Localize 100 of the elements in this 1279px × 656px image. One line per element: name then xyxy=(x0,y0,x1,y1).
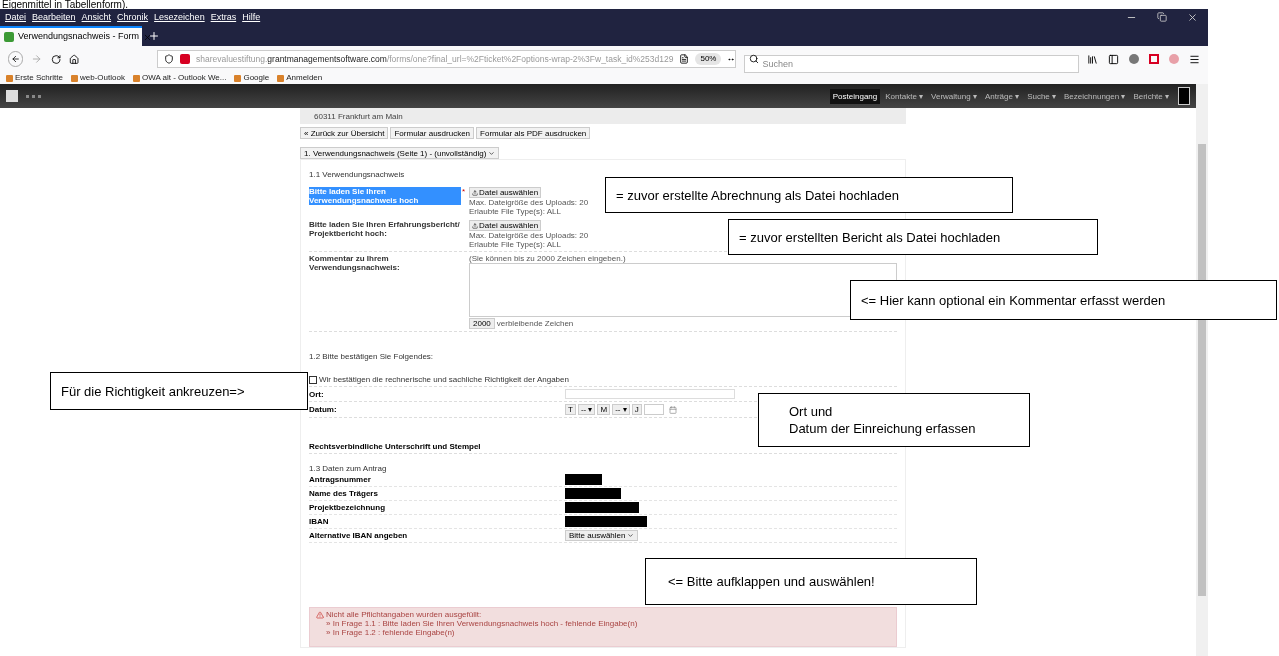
home-icon[interactable] xyxy=(68,53,79,65)
bookmark-item[interactable]: Erste Schritte xyxy=(15,72,63,84)
nav-item[interactable]: Posteingang xyxy=(829,88,881,104)
address-text: 60311 Frankfurt am Main xyxy=(314,111,403,121)
alert-item[interactable]: » In Frage 1.1 : Bitte laden Sie Ihren Verwendungsnachweis hoch - fehlende Eingabe(n) xyxy=(326,619,638,628)
field-label: IBAN xyxy=(309,517,330,526)
annotation-text: <= Hier kann optional ein Kommentar erfasst werden xyxy=(860,291,1167,309)
nav-item[interactable]: Bezeichnungen ▾ xyxy=(1061,88,1129,104)
annotation-text: = zuvor erstellte Abrechnung als Datei hochladen xyxy=(615,186,900,204)
redaction-block xyxy=(565,488,621,499)
annotation-text: = zuvor erstellten Bericht als Datei hochladen xyxy=(738,228,1002,246)
tab-favicon-icon xyxy=(4,32,14,42)
date-part[interactable]: J xyxy=(631,404,642,415)
file-button[interactable]: Datei auswählen xyxy=(469,220,542,231)
menu-item[interactable]: Lesezeichen xyxy=(151,10,208,25)
zoom-level[interactable]: 50% xyxy=(695,53,722,65)
close-icon[interactable] xyxy=(1187,12,1198,23)
bookmark-item[interactable]: Anmelden xyxy=(286,72,323,84)
menu-icon[interactable] xyxy=(1189,53,1200,65)
logo-icon xyxy=(6,90,18,102)
iban-select[interactable]: Bitte auswählen xyxy=(565,530,639,541)
menu-item[interactable]: Chronik xyxy=(114,10,152,25)
menu-item[interactable]: Ansicht xyxy=(78,10,115,25)
field-label: Antragsnummer xyxy=(309,475,372,484)
reader-icon[interactable] xyxy=(679,54,690,64)
checkbox-label: Wir bestätigen die rechnerische und sachliche Richtigkeit der Angaben xyxy=(319,375,569,384)
close-tab-icon[interactable] xyxy=(143,32,153,42)
field-label: Projektbezeichnung xyxy=(309,503,386,512)
date-part[interactable]: T xyxy=(565,404,576,415)
field-label: Datum: xyxy=(309,405,338,414)
restore-icon[interactable] xyxy=(1157,12,1167,22)
bookmark-favicon-icon xyxy=(234,74,242,82)
annotation-text: Datum der Einreichung erfassen xyxy=(788,420,977,437)
search-icon xyxy=(748,54,759,64)
section-title: 1.1 Verwendungsnachweis xyxy=(309,170,406,179)
redaction-block xyxy=(565,474,602,485)
warning-icon xyxy=(316,610,324,619)
year-input[interactable] xyxy=(643,404,664,415)
caret-icon xyxy=(488,149,496,157)
annotation-text: Ort und xyxy=(788,403,834,420)
nav-item[interactable]: Suche ▾ xyxy=(1024,88,1060,104)
required-mark: * xyxy=(461,187,465,196)
place-input[interactable] xyxy=(565,389,735,399)
action-button[interactable]: Formular ausdrucken xyxy=(390,127,475,139)
sidebar-icon[interactable] xyxy=(1108,53,1119,65)
address-bar[interactable]: sharevaluestiftung.grantmanagementsoftware.com/forms/one?final_url=%2Fticket%2Foptions-wrap-2%3Fw_task_id%253d129 50% xyxy=(157,50,736,68)
action-button[interactable]: « Zurück zur Übersicht xyxy=(300,127,389,139)
bookmark-item[interactable]: Google xyxy=(243,72,270,84)
caption-text: Eigenmittel in Tabellenform). xyxy=(2,0,128,9)
nav-item[interactable]: Berichte ▾ xyxy=(1130,88,1172,104)
calendar-icon[interactable] xyxy=(668,405,677,414)
page-select[interactable]: 1. Verwendungsnachweis (Seite 1) - (unvollständig) xyxy=(300,147,500,159)
upload-hint: Erlaubte File Type(s): ALL xyxy=(469,207,562,216)
shield-icon xyxy=(164,54,174,64)
field-label: Alternative IBAN angeben xyxy=(309,531,409,540)
bookmark-favicon-icon xyxy=(277,74,285,82)
menu-item[interactable]: Datei xyxy=(2,10,29,25)
field-label: Ort: xyxy=(309,389,325,399)
dots-icon xyxy=(26,94,41,98)
nav-item[interactable]: Anträge ▾ xyxy=(981,88,1023,104)
confirm-checkbox[interactable] xyxy=(309,375,317,384)
date-part[interactable]: M xyxy=(597,404,611,415)
profile-icon[interactable] xyxy=(1178,87,1190,105)
upload-hint: Max. Dateigröße des Uploads: 20 xyxy=(469,231,589,240)
menu-item[interactable]: Hilfe xyxy=(239,10,264,25)
bookmark-favicon-icon xyxy=(71,74,78,82)
field-label: Rechtsverbindliche Unterschrift und Stempel xyxy=(309,442,482,451)
bookmark-item[interactable]: OWA alt - Outlook We... xyxy=(141,72,227,84)
account-icon[interactable] xyxy=(1129,53,1139,64)
search-field[interactable]: Suchen xyxy=(743,55,1079,73)
upload-hint: Max. Dateigröße des Uploads: 20 xyxy=(469,198,589,207)
bookmark-favicon-icon xyxy=(6,74,13,82)
alert-title: Nicht alle Pflichtangaben wurden ausgefüllt: xyxy=(326,610,482,619)
date-part[interactable]: -- ▾ xyxy=(577,404,596,415)
counter-label: verbleibende Zeichen xyxy=(496,319,574,328)
date-part[interactable]: -- ▾ xyxy=(612,404,630,415)
reload-icon[interactable] xyxy=(50,53,61,65)
field-label: Bitte laden Sie Ihren Erfahrungsbericht/ Projektbericht hoch: xyxy=(309,220,461,238)
comment-hint: (Sie können bis zu 2000 Zeichen eingeben.) xyxy=(469,254,626,263)
scrollbar[interactable] xyxy=(1196,84,1208,656)
nav-item[interactable]: Verwaltung ▾ xyxy=(928,88,980,104)
bookmark-item[interactable]: web-Outlook xyxy=(80,72,125,84)
action-button[interactable]: Formular als PDF ausdrucken xyxy=(476,127,591,139)
menu-item[interactable]: Bearbeiten xyxy=(29,10,79,25)
new-tab-icon[interactable] xyxy=(148,30,160,42)
annotation-text: <= Bitte aufklappen und auswählen! xyxy=(667,573,876,590)
bookmark-favicon-icon xyxy=(132,74,140,82)
section-title: 1.3 Daten zum Antrag xyxy=(309,464,388,473)
annotation-text: Für die Richtigkeit ankreuzen=> xyxy=(60,382,246,400)
nav-item[interactable]: Kontakte ▾ xyxy=(882,88,927,104)
file-button[interactable]: Datei auswählen xyxy=(469,187,542,198)
upload-hint: Erlaubte File Type(s): ALL xyxy=(469,240,562,249)
library-icon[interactable] xyxy=(1087,53,1098,65)
alert-item[interactable]: » In Frage 1.2 : fehlende Eingabe(n) xyxy=(326,628,455,637)
section-title: 1.2 Bitte bestätigen Sie Folgendes: xyxy=(309,352,435,361)
address-url: sharevaluestiftung.grantmanagementsoftware.com/forms/one?final_url=%2Fticket%2Foptions-wrap-2%3Fw_task_id%253d129 xyxy=(196,52,674,66)
menu-item[interactable]: Extras xyxy=(207,10,240,25)
character-counter: 2000 xyxy=(469,318,495,329)
extension-icon[interactable] xyxy=(1149,53,1159,64)
tab-title: Verwendungsnachweis - Form xyxy=(18,30,140,44)
